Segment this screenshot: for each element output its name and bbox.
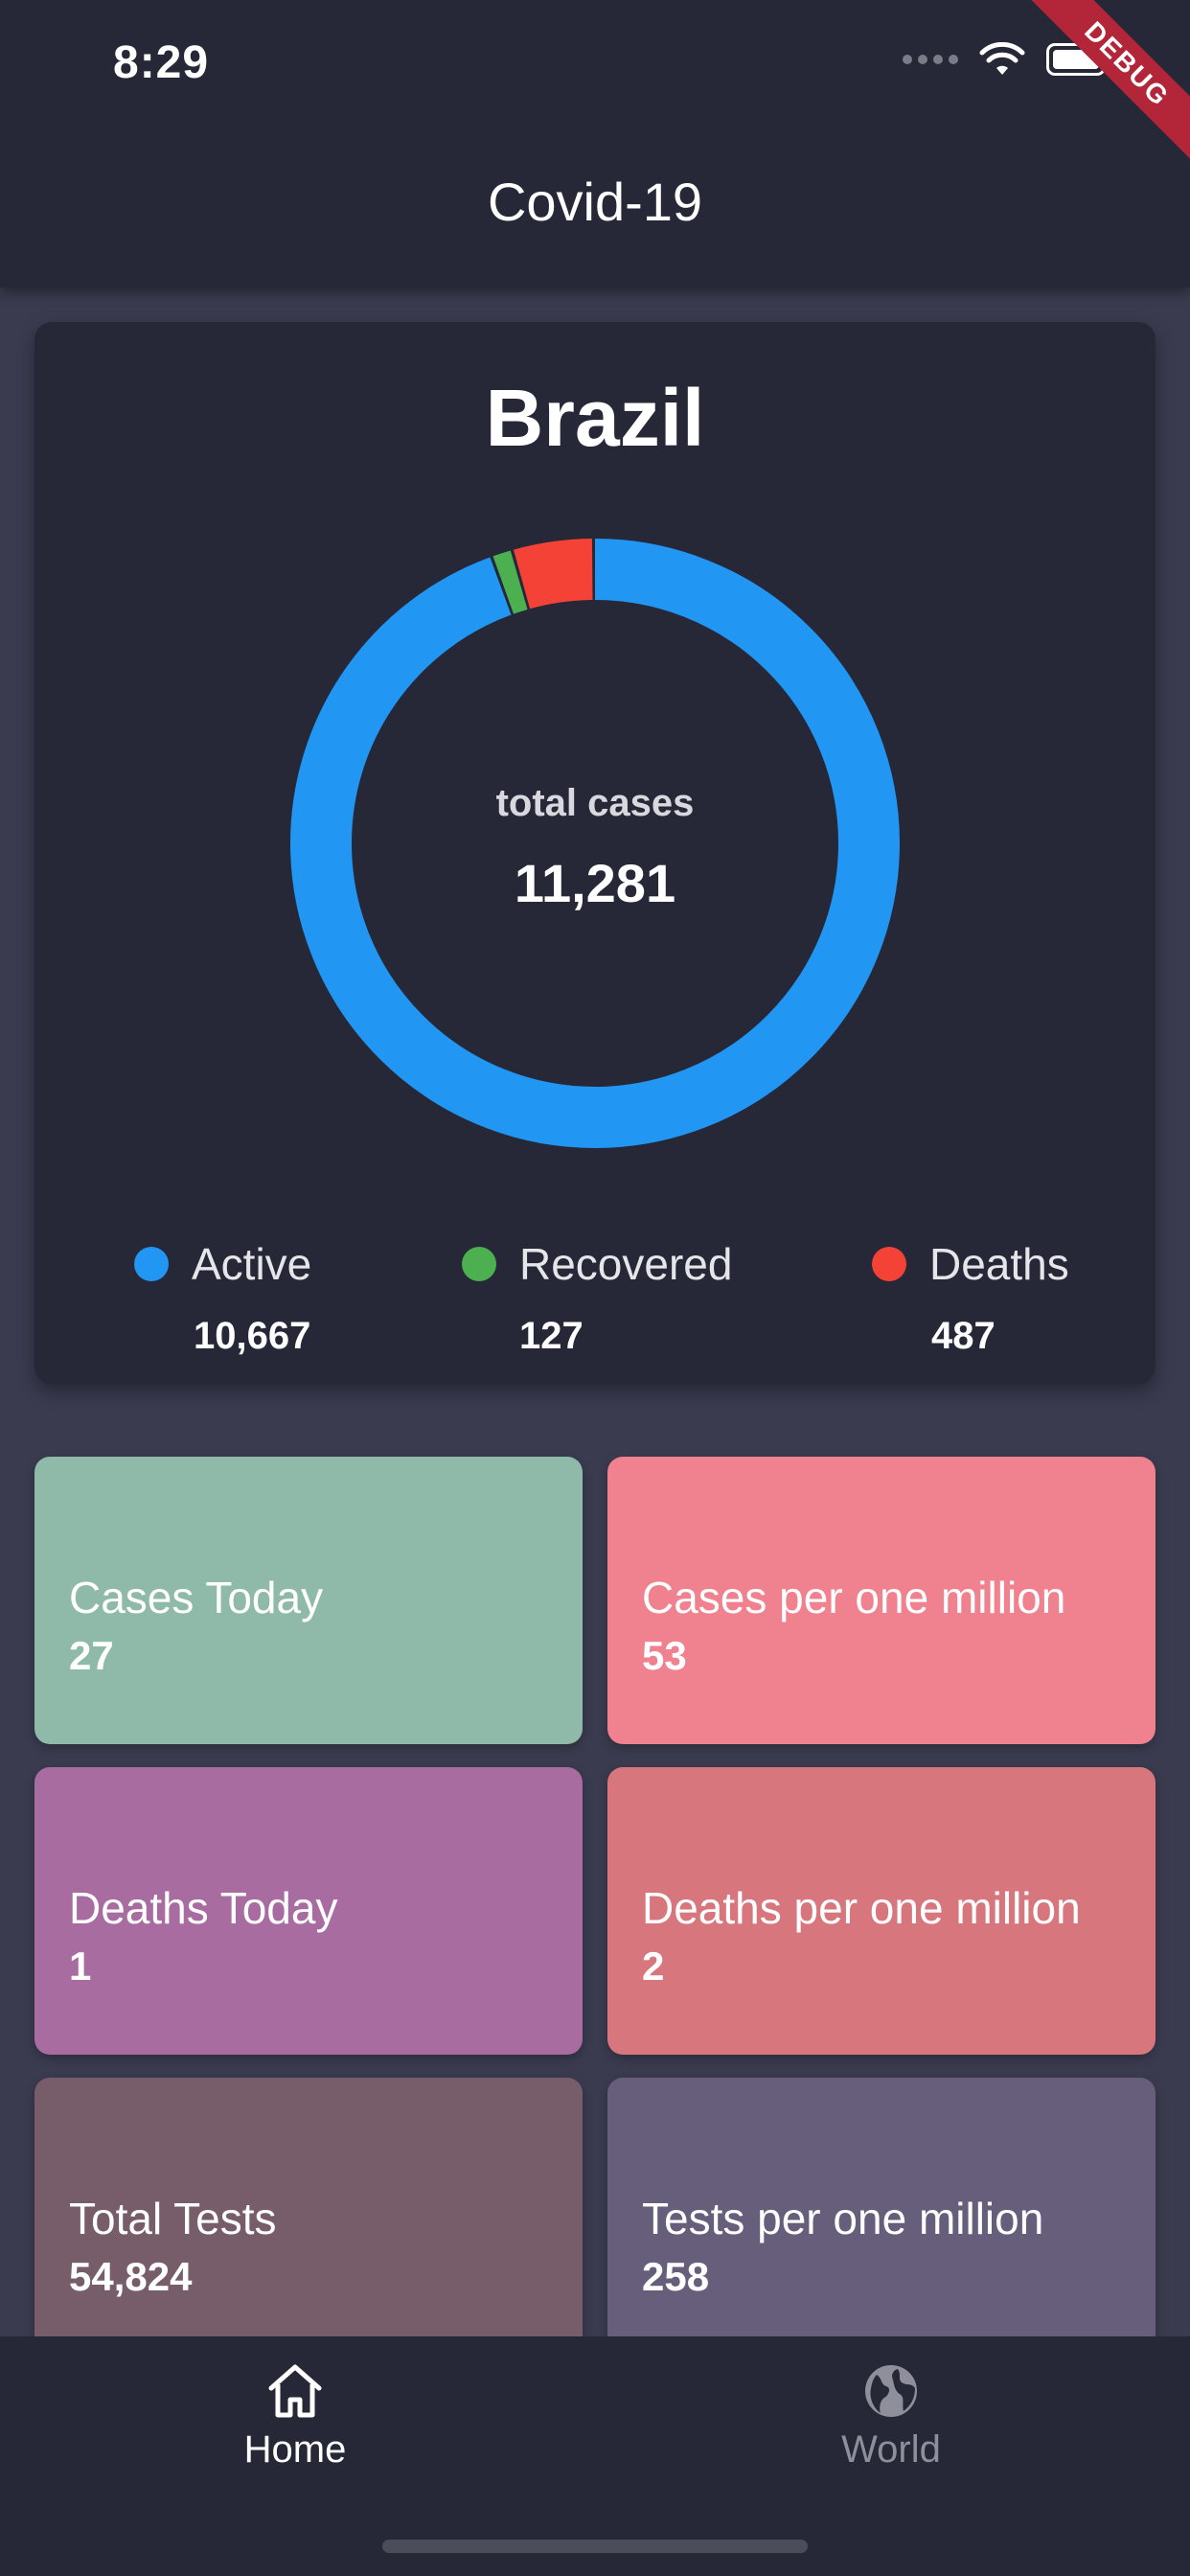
total-cases-value: 11,281 bbox=[514, 853, 676, 913]
stat-card-cases-per-million[interactable]: Cases per one million 53 bbox=[607, 1457, 1156, 1744]
stat-card-tests-per-million[interactable]: Tests per one million 258 bbox=[607, 2078, 1156, 2365]
status-icons bbox=[903, 42, 1106, 77]
summary-card: Brazil total cases 11,281 Active 10,667 … bbox=[34, 322, 1156, 1384]
stat-card-deaths-per-million[interactable]: Deaths per one million 2 bbox=[607, 1767, 1156, 2055]
country-title: Brazil bbox=[485, 373, 705, 463]
legend-recovered: Recovered 127 bbox=[462, 1238, 732, 1358]
legend-name: Recovered bbox=[519, 1239, 733, 1289]
stat-label: Deaths Today bbox=[69, 1883, 338, 1933]
stat-value: 2 bbox=[642, 1944, 665, 1989]
stat-card-deaths-today[interactable]: Deaths Today 1 bbox=[34, 1767, 583, 2055]
legend-dot-recovered bbox=[462, 1247, 496, 1281]
nav-item-home[interactable]: Home bbox=[180, 2359, 410, 2472]
legend-name: Active bbox=[192, 1239, 312, 1289]
nav-item-world[interactable]: World bbox=[776, 2359, 1006, 2472]
legend-deaths: Deaths 487 bbox=[872, 1238, 1069, 1358]
stat-value: 53 bbox=[642, 1633, 687, 1678]
wifi-icon bbox=[979, 42, 1025, 75]
chart-legend: Active 10,667 Recovered 127 Deaths 487 bbox=[34, 1238, 1156, 1372]
stat-value: 1 bbox=[69, 1944, 92, 1989]
stat-label: Cases per one million bbox=[642, 1573, 1066, 1622]
home-indicator bbox=[382, 2540, 808, 2553]
stat-card-total-tests[interactable]: Total Tests 54,824 bbox=[34, 2078, 583, 2365]
stat-value: 54,824 bbox=[69, 2254, 193, 2299]
legend-value: 487 bbox=[931, 1315, 995, 1357]
app-bar: 8:29 Covid-19 bbox=[0, 0, 1190, 288]
stat-card-cases-today[interactable]: Cases Today 27 bbox=[34, 1457, 583, 1744]
nav-label-world: World bbox=[841, 2428, 941, 2471]
signal-icon bbox=[903, 55, 958, 64]
status-time: 8:29 bbox=[113, 37, 210, 88]
legend-dot-deaths bbox=[872, 1247, 906, 1281]
globe-icon bbox=[865, 2365, 917, 2417]
legend-name: Deaths bbox=[929, 1239, 1069, 1289]
stat-label: Cases Today bbox=[69, 1573, 324, 1622]
stat-label: Deaths per one million bbox=[642, 1883, 1081, 1933]
stat-label: Tests per one million bbox=[642, 2194, 1044, 2243]
home-icon bbox=[268, 2364, 322, 2418]
donut-center: total cases 11,281 bbox=[34, 782, 1156, 914]
nav-label-home: Home bbox=[243, 2428, 347, 2471]
stat-label: Total Tests bbox=[69, 2194, 277, 2243]
stat-value: 258 bbox=[642, 2254, 710, 2299]
app-title: Covid-19 bbox=[487, 172, 703, 232]
legend-value: 127 bbox=[519, 1315, 584, 1357]
total-cases-label: total cases bbox=[495, 782, 695, 824]
legend-dot-active bbox=[134, 1247, 169, 1281]
legend-value: 10,667 bbox=[194, 1315, 311, 1357]
legend-active: Active 10,667 bbox=[134, 1238, 311, 1358]
stat-value: 27 bbox=[69, 1633, 114, 1678]
